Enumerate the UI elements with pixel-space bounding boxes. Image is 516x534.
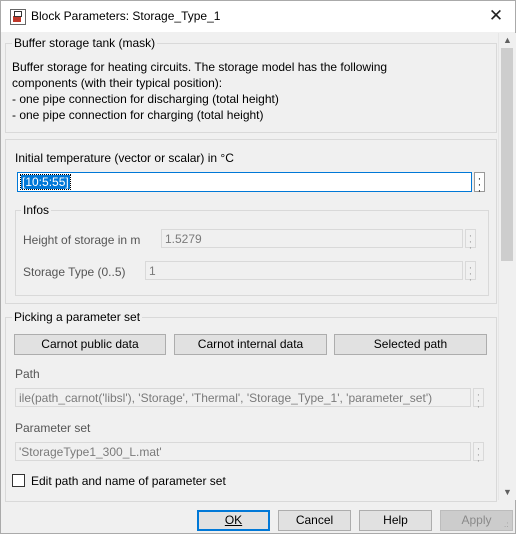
mask-description-line-1: Buffer storage for heating circuits. The… [12,60,388,74]
ellipsis-vertical-icon: · · · [465,229,476,254]
title-bar: Block Parameters: Storage_Type_1 ✕ [1,1,515,32]
initial-temperature-input[interactable]: [10:5:55] [17,172,472,192]
ellipsis-vertical-icon: · · · [465,261,476,286]
dialog-window: Block Parameters: Storage_Type_1 ✕ Buffe… [0,0,516,534]
scroll-down-icon[interactable]: ▼ [499,485,516,500]
mask-description-line-4: - one pipe connection for charging (tota… [12,108,264,122]
storage-height-field: 1.5279 [161,229,463,248]
parameter-set-field: 'StorageType1_300_L.mat' [15,442,471,461]
carnot-public-data-button[interactable]: Carnot public data [14,334,166,355]
ellipsis-vertical-icon: · · · [473,388,484,413]
close-icon[interactable]: ✕ [483,5,509,27]
mask-legend: Buffer storage tank (mask) [12,36,158,50]
path-field: ile(path_carnot('libsl'), 'Storage', 'Th… [15,388,471,407]
storage-type-label: Storage Type (0..5) [23,265,126,279]
path-label: Path [15,367,40,381]
ok-button[interactable]: OK [197,510,270,531]
ok-button-label: OK [224,513,243,527]
infos-legend: Infos [21,203,52,217]
apply-button: Apply [440,510,513,531]
ellipsis-vertical-icon: · · · [473,442,484,467]
help-button[interactable]: Help [359,510,432,531]
mask-description-line-2: components (with their typical position)… [12,76,223,90]
window-title: Block Parameters: Storage_Type_1 [31,9,221,23]
cancel-button-label: Cancel [295,513,334,527]
ellipsis-vertical-icon[interactable]: · · · [474,172,485,197]
picking-legend: Picking a parameter set [12,310,143,324]
apply-button-label: Apply [461,513,492,527]
initial-temperature-label: Initial temperature (vector or scalar) i… [15,151,234,165]
carnot-internal-data-button[interactable]: Carnot internal data [174,334,327,355]
edit-path-checkbox[interactable] [12,474,25,487]
storage-height-label: Height of storage in m [23,233,141,247]
simulink-block-icon [10,9,26,25]
scrollbar-thumb[interactable] [501,48,513,261]
parameter-set-label: Parameter set [15,421,91,435]
resize-grip[interactable]: .: [504,521,514,532]
help-button-label: Help [383,513,408,527]
selected-path-button[interactable]: Selected path [334,334,487,355]
mask-description-line-3: - one pipe connection for discharging (t… [12,92,279,106]
cancel-button[interactable]: Cancel [278,510,351,531]
edit-path-checkbox-label[interactable]: Edit path and name of parameter set [31,474,226,488]
initial-temperature-value: [10:5:55] [20,174,71,190]
scroll-up-icon[interactable]: ▲ [499,33,516,48]
infos-group [15,210,489,296]
vertical-scrollbar[interactable]: ▲ ▼ [498,33,516,500]
storage-type-field: 1 [145,261,463,280]
